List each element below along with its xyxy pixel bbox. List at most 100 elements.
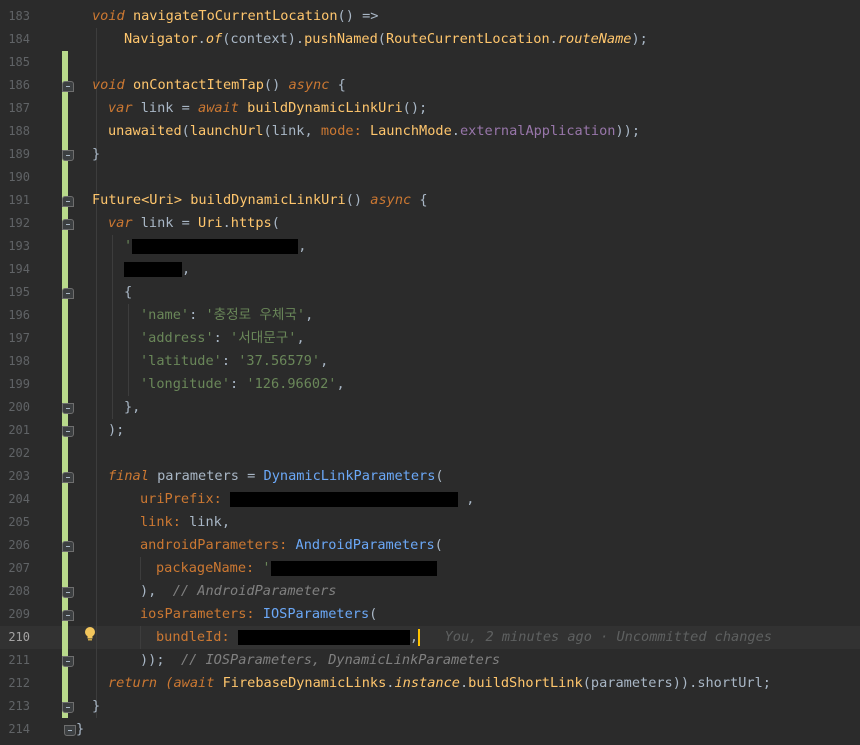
closing-label-comment: // AndroidParameters [172,583,337,599]
punctuation: () => [337,8,379,24]
fold-icon[interactable] [62,656,74,667]
code-line[interactable]: uriPrefix: , [140,488,474,511]
punctuation: ( [181,123,190,139]
fold-icon[interactable] [62,219,74,230]
code-line[interactable]: { [124,281,132,304]
fold-icon[interactable] [64,725,76,736]
git-blame-annotation[interactable]: You, 2 minutes ago · Uncommitted changes [445,629,772,645]
class-name: LaunchMode [369,123,452,139]
named-argument: androidParameters: [140,537,288,553]
code-line[interactable]: packageName: ' [156,557,437,580]
line-number: 202 [8,446,30,460]
class-name: AndroidParameters [295,537,435,553]
punctuation: . [197,31,206,47]
property-name: instance [394,675,460,691]
keyword: (await [165,675,215,691]
redacted-text [237,629,410,645]
line-number: 187 [8,101,30,115]
named-argument: packageName: [156,560,255,576]
code-line[interactable]: var link = await buildDynamicLinkUri(); [108,97,427,120]
code-line[interactable]: Future<Uri> buildDynamicLinkUri() async … [92,189,428,212]
redacted-text [230,491,459,507]
punctuation: ); [631,31,648,47]
indent-guide [96,28,97,718]
code-line[interactable]: } [92,143,100,166]
argument: (link, [263,123,313,139]
punctuation: , [296,330,305,346]
keyword: var [108,215,133,231]
keyword: return [108,675,158,691]
fold-icon[interactable] [62,150,74,161]
fold-icon[interactable] [62,472,74,483]
lightbulb-icon[interactable] [83,626,97,642]
class-name: Uri [198,215,223,231]
string-value: '서대문구' [230,330,297,346]
fold-icon[interactable] [62,288,74,299]
code-line[interactable]: , [124,258,190,281]
code-line[interactable]: ), // AndroidParameters [140,580,336,603]
code-line[interactable]: void navigateToCurrentLocation() => [92,5,378,28]
code-line[interactable]: unawaited(launchUrl(link, mode: LaunchMo… [108,120,640,143]
keyword: void [92,77,125,93]
line-number: 190 [8,170,30,184]
code-line[interactable]: )); // IOSParameters, DynamicLinkParamet… [140,649,500,672]
line-number: 204 [8,492,30,506]
code-line[interactable]: void onContactItemTap() async { [92,74,346,97]
code-line[interactable]: iosParameters: IOSParameters( [140,603,377,626]
indent-guide [128,304,129,396]
line-number: 209 [8,607,30,621]
enum-value: externalApplication [459,123,616,139]
code-line[interactable]: return (await FirebaseDynamicLinks.insta… [108,672,771,695]
fold-icon[interactable] [62,196,74,207]
named-argument: link: [140,514,181,530]
code-line[interactable]: final parameters = DynamicLinkParameters… [108,465,444,488]
code-line[interactable]: 'longitude': '126.96602', [140,373,345,396]
code-line[interactable]: 'address': '서대문구', [140,327,305,350]
fold-icon[interactable] [62,702,74,713]
type-argument: <Uri> [141,192,183,208]
redacted-text [124,261,182,277]
fold-icon[interactable] [62,587,74,598]
code-editor[interactable]: 183 184 185 186 187 188 189 190 191 192 … [0,0,860,745]
variable: link = [140,215,190,231]
code-line[interactable]: Navigator.of(context).pushNamed(RouteCur… [124,28,648,51]
punctuation: () [263,77,281,93]
line-number: 188 [8,124,30,138]
method-name: of [205,31,223,47]
text-caret [418,628,421,646]
fold-icon[interactable] [62,610,74,621]
code-line[interactable]: var link = Uri.https( [108,212,280,235]
string-key: 'latitude' [140,353,222,369]
code-line[interactable]: } [76,718,84,741]
code-line[interactable]: androidParameters: AndroidParameters( [140,534,443,557]
function-name: onContactItemTap [132,77,264,93]
code-line[interactable]: } [92,695,100,718]
punctuation: ; [419,100,428,116]
code-line-current[interactable]: bundleId: , You, 2 minutes ago · Uncommi… [156,626,772,649]
variable: link, [189,514,231,530]
line-number: 208 [8,584,30,598]
code-line[interactable]: 'name': '충정로 우체국', [140,304,313,327]
line-number: 199 [8,377,30,391]
code-line[interactable]: ', [124,235,306,258]
keyword: var [108,100,133,116]
fold-icon[interactable] [62,81,74,92]
redacted-text [132,238,299,254]
punctuation: ( [377,31,386,47]
code-line[interactable]: link: link, [140,511,230,534]
line-number: 214 [8,722,30,736]
keyword: await [198,100,239,116]
line-number: 197 [8,331,30,345]
fold-icon[interactable] [62,426,74,437]
function-name: launchUrl [189,123,264,139]
fold-icon[interactable] [62,541,74,552]
punctuation: { [124,284,133,300]
code-line[interactable]: ); [108,419,124,442]
code-line[interactable]: }, [124,396,140,419]
code-line[interactable]: 'latitude': '37.56579', [140,350,328,373]
named-argument: iosParameters: [140,606,255,622]
punctuation: ( [434,537,443,553]
fold-icon[interactable] [62,403,74,414]
punctuation: ( [369,606,378,622]
line-number: 213 [8,699,30,713]
